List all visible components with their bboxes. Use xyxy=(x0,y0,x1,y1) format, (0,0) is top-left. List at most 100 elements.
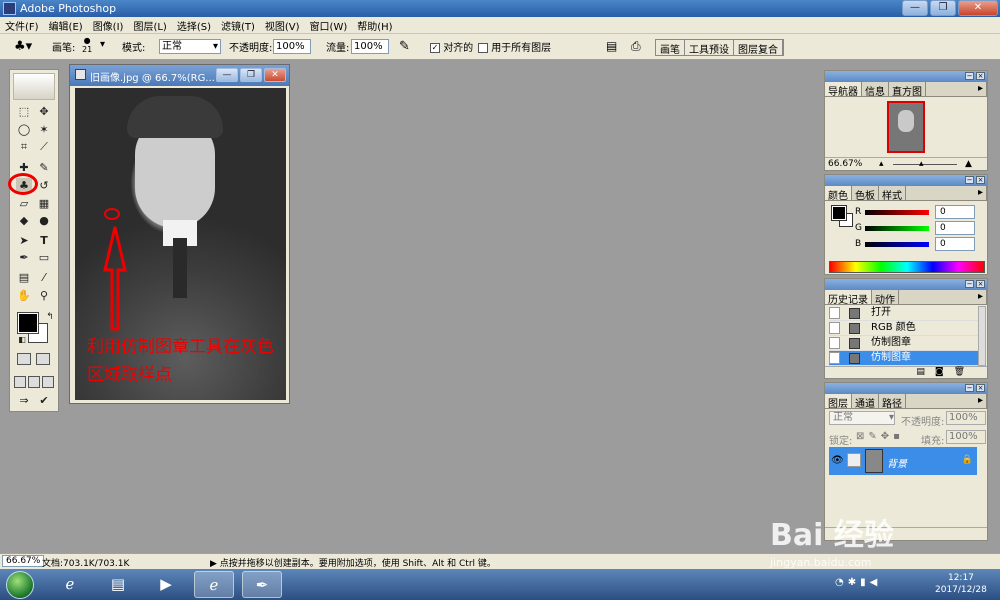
lasso-tool-icon[interactable]: ◯ xyxy=(16,122,32,137)
eraser-tool-icon[interactable]: ▱ xyxy=(16,196,32,211)
tab-navigator[interactable]: 导航器 xyxy=(825,82,862,98)
hand-tool-icon[interactable]: ✋ xyxy=(16,288,32,303)
well-tab-layer-comps[interactable]: 图层复合 xyxy=(734,40,783,56)
dodge-tool-icon[interactable]: ● xyxy=(36,213,52,228)
explorer-taskbar-icon[interactable]: ▤ xyxy=(98,571,138,598)
ie-active-taskbar-icon[interactable]: ℯ xyxy=(194,571,234,598)
delete-state-icon[interactable]: 🗑 xyxy=(954,367,975,377)
tab-paths[interactable]: 路径 xyxy=(879,394,906,410)
menu-file[interactable]: 文件(F) xyxy=(0,18,44,33)
palette-minimize-button[interactable]: − xyxy=(965,280,974,288)
quick-mask-mode-button[interactable] xyxy=(36,353,50,365)
default-colors-icon[interactable]: ◧ xyxy=(14,332,30,347)
palette-menu-icon[interactable]: ▸ xyxy=(975,394,987,408)
history-brush-tool-icon[interactable]: ↺ xyxy=(36,178,52,193)
path-selection-tool-icon[interactable]: ➤ xyxy=(16,233,32,248)
aligned-option[interactable]: ✓ 对齐的 xyxy=(430,39,473,54)
menu-layer[interactable]: 图层(L) xyxy=(128,18,171,33)
notes-tool-icon[interactable]: ▤ xyxy=(16,270,32,285)
brush-tool-icon[interactable]: ✎ xyxy=(36,160,52,175)
channel-slider-r[interactable] xyxy=(865,209,929,215)
status-doc-info[interactable]: 文档:703.1K/703.1K xyxy=(42,556,129,569)
move-tool-icon[interactable]: ✥ xyxy=(36,104,52,119)
jump-to-imageready-icon[interactable]: ⇒ xyxy=(16,393,32,408)
history-brush-source-box[interactable] xyxy=(829,307,840,319)
swap-colors-icon[interactable]: ↰ xyxy=(42,310,58,325)
shape-tool-icon[interactable]: ▭ xyxy=(36,250,52,265)
marquee-tool-icon[interactable]: ⬚ xyxy=(16,104,32,119)
tab-histogram[interactable]: 直方图 xyxy=(889,82,926,98)
palette-minimize-button[interactable]: − xyxy=(965,72,974,80)
palette-close-button[interactable]: × xyxy=(976,72,985,80)
screen-mode-full-button[interactable] xyxy=(42,376,54,388)
menu-help[interactable]: 帮助(H) xyxy=(352,18,397,33)
menu-edit[interactable]: 编辑(E) xyxy=(44,18,88,33)
gradient-tool-icon[interactable]: ▦ xyxy=(36,196,52,211)
color-spectrum-ramp[interactable] xyxy=(829,261,985,273)
flow-input[interactable]: 100% xyxy=(351,39,389,54)
new-snapshot-icon[interactable]: ◙ xyxy=(935,367,954,377)
history-brush-source-box[interactable] xyxy=(829,352,840,364)
channel-slider-g[interactable] xyxy=(865,225,929,231)
tab-swatches[interactable]: 色板 xyxy=(852,186,879,202)
history-item-selected[interactable]: 仿制图章 xyxy=(829,351,979,366)
palette-close-button[interactable]: × xyxy=(976,280,985,288)
brush-dropdown-icon[interactable]: ▾ xyxy=(100,39,105,50)
status-zoom-input[interactable]: 66.67% xyxy=(2,555,45,567)
lock-all-icon[interactable]: ▪ xyxy=(893,431,904,442)
layer-link-brush-icon[interactable] xyxy=(847,453,861,467)
menu-view[interactable]: 视图(V) xyxy=(260,18,305,33)
zoom-slider-handle[interactable]: ▴ xyxy=(919,158,924,170)
fill-input[interactable]: 100% xyxy=(946,430,986,444)
minimize-button[interactable]: — xyxy=(902,0,928,16)
menu-window[interactable]: 窗口(W) xyxy=(305,18,353,33)
layer-opacity-input[interactable]: 100% xyxy=(946,411,986,425)
airbrush-icon[interactable]: ✎ xyxy=(399,39,410,54)
lock-position-icon[interactable]: ✥ xyxy=(881,431,893,442)
layer-row-background[interactable]: 👁 背景 🔒 xyxy=(829,447,977,475)
channel-value-r[interactable]: 0 xyxy=(935,205,975,219)
channel-value-b[interactable]: 0 xyxy=(935,237,975,251)
blur-tool-icon[interactable]: ◆ xyxy=(16,213,32,228)
palette-header[interactable]: − × xyxy=(825,71,987,82)
navigator-thumbnail[interactable] xyxy=(887,101,925,153)
network-icon[interactable]: ▮ xyxy=(860,577,870,588)
mode-select[interactable]: 正常 ▾ xyxy=(159,39,221,54)
tab-history[interactable]: 历史记录 xyxy=(825,290,872,306)
close-button[interactable]: ✕ xyxy=(958,0,998,16)
start-button[interactable] xyxy=(6,571,34,599)
doc-restore-button[interactable]: ❐ xyxy=(240,68,262,82)
brush-preset-picker[interactable]: ● 21 xyxy=(82,36,92,54)
palette-minimize-button[interactable]: − xyxy=(965,384,974,392)
history-brush-source-box[interactable] xyxy=(829,337,840,349)
palette-menu-icon[interactable]: ▸ xyxy=(975,82,987,96)
tab-channels[interactable]: 通道 xyxy=(852,394,879,410)
tray-icon[interactable]: ◔ xyxy=(835,577,848,588)
channel-slider-b[interactable] xyxy=(865,241,929,247)
file-browser-icon[interactable]: ▤ xyxy=(606,39,617,53)
tab-layers[interactable]: 图层 xyxy=(825,394,852,410)
menu-image[interactable]: 图像(I) xyxy=(88,18,129,33)
document-title-bar[interactable]: 旧画像.jpg @ 66.7%(RG... — ❐ ✕ xyxy=(70,65,289,86)
type-tool-icon[interactable]: T xyxy=(36,233,52,248)
slice-tool-icon[interactable]: ⟋ xyxy=(36,139,52,154)
ie-taskbar-icon[interactable]: ℯ xyxy=(50,571,90,598)
menu-filter[interactable]: 滤镜(T) xyxy=(216,18,260,33)
screen-mode-full-menu-button[interactable] xyxy=(28,376,40,388)
palette-menu-icon[interactable]: ▸ xyxy=(975,186,987,200)
foreground-color-swatch[interactable] xyxy=(17,312,39,334)
pen-tool-icon[interactable]: ✒ xyxy=(16,250,32,265)
palette-close-button[interactable]: × xyxy=(976,176,985,184)
zoom-in-icon[interactable]: ▲ xyxy=(965,158,972,170)
taskbar-clock[interactable]: 12:17 2017/12/28 xyxy=(935,572,987,596)
history-brush-source-box[interactable] xyxy=(829,322,840,334)
palette-header[interactable]: − × xyxy=(825,383,987,394)
tab-actions[interactable]: 动作 xyxy=(872,290,899,306)
new-document-from-state-icon[interactable]: ▤ xyxy=(916,367,935,377)
eyedropper-tool-icon[interactable]: ⁄ xyxy=(36,270,52,285)
palette-menu-icon[interactable]: ▸ xyxy=(975,290,987,304)
media-player-taskbar-icon[interactable]: ▶ xyxy=(146,571,186,598)
opacity-input[interactable]: 100% xyxy=(273,39,311,54)
standard-mode-button[interactable] xyxy=(17,353,31,365)
all-layers-checkbox[interactable] xyxy=(478,43,488,53)
